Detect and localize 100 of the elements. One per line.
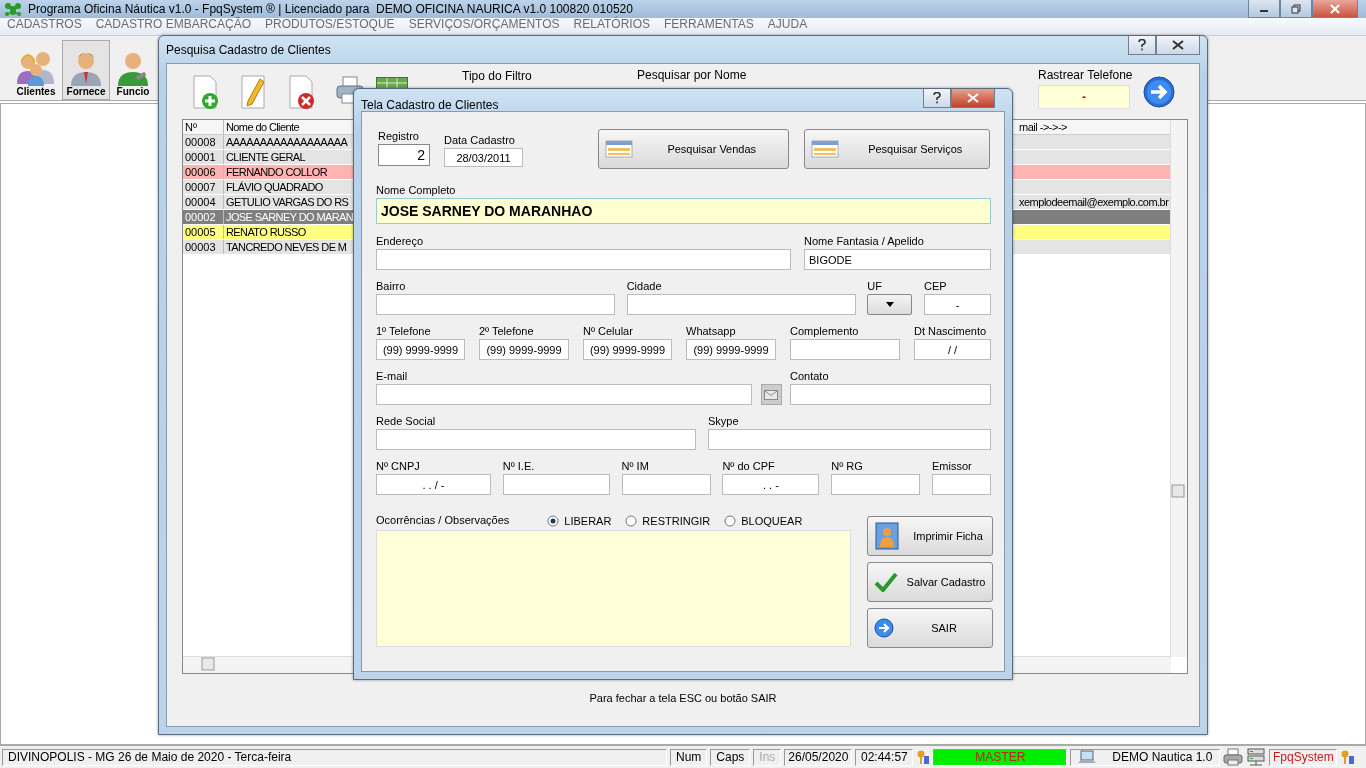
row-number: 00007 [183, 180, 224, 194]
text-field[interactable]: BIGODE [804, 249, 991, 270]
status-radio[interactable]: BLOQUEAR [724, 514, 803, 527]
text-field[interactable] [626, 294, 856, 315]
key-indicator: Num [670, 748, 708, 766]
notes-field[interactable] [376, 530, 851, 647]
text-field[interactable] [376, 249, 791, 270]
text-field[interactable] [831, 474, 921, 495]
keys-icon [916, 749, 931, 765]
action-button[interactable]: Imprimir Ficha [867, 516, 993, 556]
toolbar-button[interactable]: Funcio [112, 40, 154, 100]
text-field[interactable]: (99) 9999-9999 [686, 339, 776, 360]
text-field[interactable] [708, 429, 991, 450]
add-document-icon [192, 75, 220, 109]
minimize-button[interactable] [1248, 0, 1280, 18]
column-header: mail ->->-> [1019, 120, 1067, 134]
text-field[interactable]: / / [914, 339, 991, 360]
window-title: Programa Oficina Náutica v1.0 - FpqSystem ® | Licenciado para DEMO OFICINA NAURICA v1.0 100820 010520 [28, 2, 633, 16]
radio-icon[interactable] [547, 514, 560, 527]
text-field[interactable]: - [923, 294, 991, 315]
field-label: Endereço [376, 234, 425, 249]
status-radio[interactable]: LIBERAR [547, 514, 612, 527]
footer-hint: Para fechar a tela ESC ou botão SAIR [588, 692, 778, 704]
delete-document-icon [288, 75, 316, 109]
action-button[interactable]: Salvar Cadastro [867, 562, 993, 602]
text-field[interactable]: (99) 9999-9999 [583, 339, 672, 360]
key-indicator: Ins [753, 748, 782, 766]
record-number-field[interactable]: 2 [378, 144, 430, 166]
close-button[interactable] [1156, 36, 1200, 55]
menu-item[interactable]: AJUDA [767, 18, 808, 31]
dropdown[interactable] [867, 294, 913, 315]
field-label: E-mail [376, 369, 409, 384]
check-icon [874, 572, 898, 592]
field-label: Dt Nascimento [914, 324, 988, 339]
text-field[interactable] [790, 384, 991, 405]
field-label: Nome Completo [376, 183, 457, 198]
window-title: Pesquisa Cadastro de Clientes [166, 43, 331, 57]
text-field[interactable] [376, 384, 752, 405]
help-button[interactable] [923, 89, 951, 108]
field-label: Whatsapp [686, 324, 737, 339]
toolbar-button[interactable] [192, 75, 220, 109]
row-number: 00002 [183, 210, 224, 224]
window-title: Tela Cadastro de Clientes [361, 98, 499, 112]
help-button[interactable] [1128, 36, 1156, 55]
radio-label: BLOQUEAR [741, 514, 803, 527]
go-button[interactable] [1143, 76, 1175, 108]
phone-field[interactable]: - [1038, 85, 1130, 109]
column-header: Nome do Cliente [225, 120, 299, 134]
table-icon [605, 140, 633, 158]
field-label: Nº I.E. [502, 459, 536, 474]
print-person-icon [874, 521, 902, 551]
field-label: Contato [790, 369, 830, 384]
menu-item[interactable]: CADASTROS [7, 18, 82, 31]
radio-icon[interactable] [724, 514, 737, 527]
field-label: Complemento [790, 324, 860, 339]
dropdown-arrow-icon [885, 302, 894, 307]
column-header: Nº [183, 120, 224, 134]
text-field[interactable]: (99) 9999-9999 [479, 339, 569, 360]
field-label: Tipo do Filtro [462, 69, 532, 83]
text-field[interactable] [621, 474, 711, 495]
row-number: 00004 [183, 195, 224, 209]
app-logo-icon [4, 2, 22, 16]
toolbar-button[interactable]: Fornece [62, 40, 110, 100]
row-name: GETULIO VARGAS DO RS [225, 195, 349, 209]
text-field[interactable] [376, 429, 696, 450]
row-name: CLIENTE GERAL [225, 150, 305, 164]
text-field[interactable] [790, 339, 900, 360]
toolbar-button[interactable] [288, 75, 316, 109]
restore-icon [1291, 3, 1301, 14]
radio-icon[interactable] [625, 514, 638, 527]
edit-document-icon [240, 75, 268, 109]
text-field[interactable] [502, 474, 610, 495]
menu-item[interactable]: CADASTRO EMBARCAÇÃO [95, 18, 252, 31]
menu-item[interactable]: SERVIÇOS/ORÇAMENTOS [408, 18, 560, 31]
field-label: Nº CNPJ [376, 459, 421, 474]
search-button[interactable]: Pesquisar Serviços [804, 129, 990, 169]
field-label: Nº IM [621, 459, 650, 474]
toolbar-button[interactable] [240, 75, 268, 109]
vertical-scrollbar[interactable] [1170, 120, 1187, 657]
date-field[interactable]: 28/03/2011 [444, 148, 523, 167]
text-field[interactable] [376, 294, 615, 315]
text-field[interactable] [932, 474, 991, 495]
text-field[interactable]: . . / - [376, 474, 491, 495]
full-name-field[interactable]: JOSE SARNEY DO MARANHAO [376, 198, 991, 224]
user-indicator: MASTER [933, 748, 1068, 766]
row-name: RENATO RUSSO [225, 225, 306, 239]
status-radio[interactable]: RESTRINGIR [625, 514, 711, 527]
spreadsheet-icon[interactable] [376, 77, 408, 89]
text-field[interactable]: . . - [722, 474, 820, 495]
email-button[interactable] [760, 384, 782, 405]
action-button[interactable]: SAIR [867, 608, 993, 648]
close-button[interactable] [951, 89, 995, 108]
row-name: FLÁVIO QUADRADO [225, 180, 323, 194]
text-field[interactable]: (99) 9999-9999 [376, 339, 465, 360]
search-button[interactable]: Pesquisar Vendas [598, 129, 790, 169]
menu-item[interactable]: PRODUTOS/ESTOQUE [265, 18, 395, 31]
toolbar-button[interactable]: Clientes [12, 40, 60, 100]
radio-label: RESTRINGIR [642, 514, 711, 527]
menu-item[interactable]: FERRAMENTAS [664, 18, 754, 31]
menu-item[interactable]: RELATÓRIOS [573, 18, 651, 31]
